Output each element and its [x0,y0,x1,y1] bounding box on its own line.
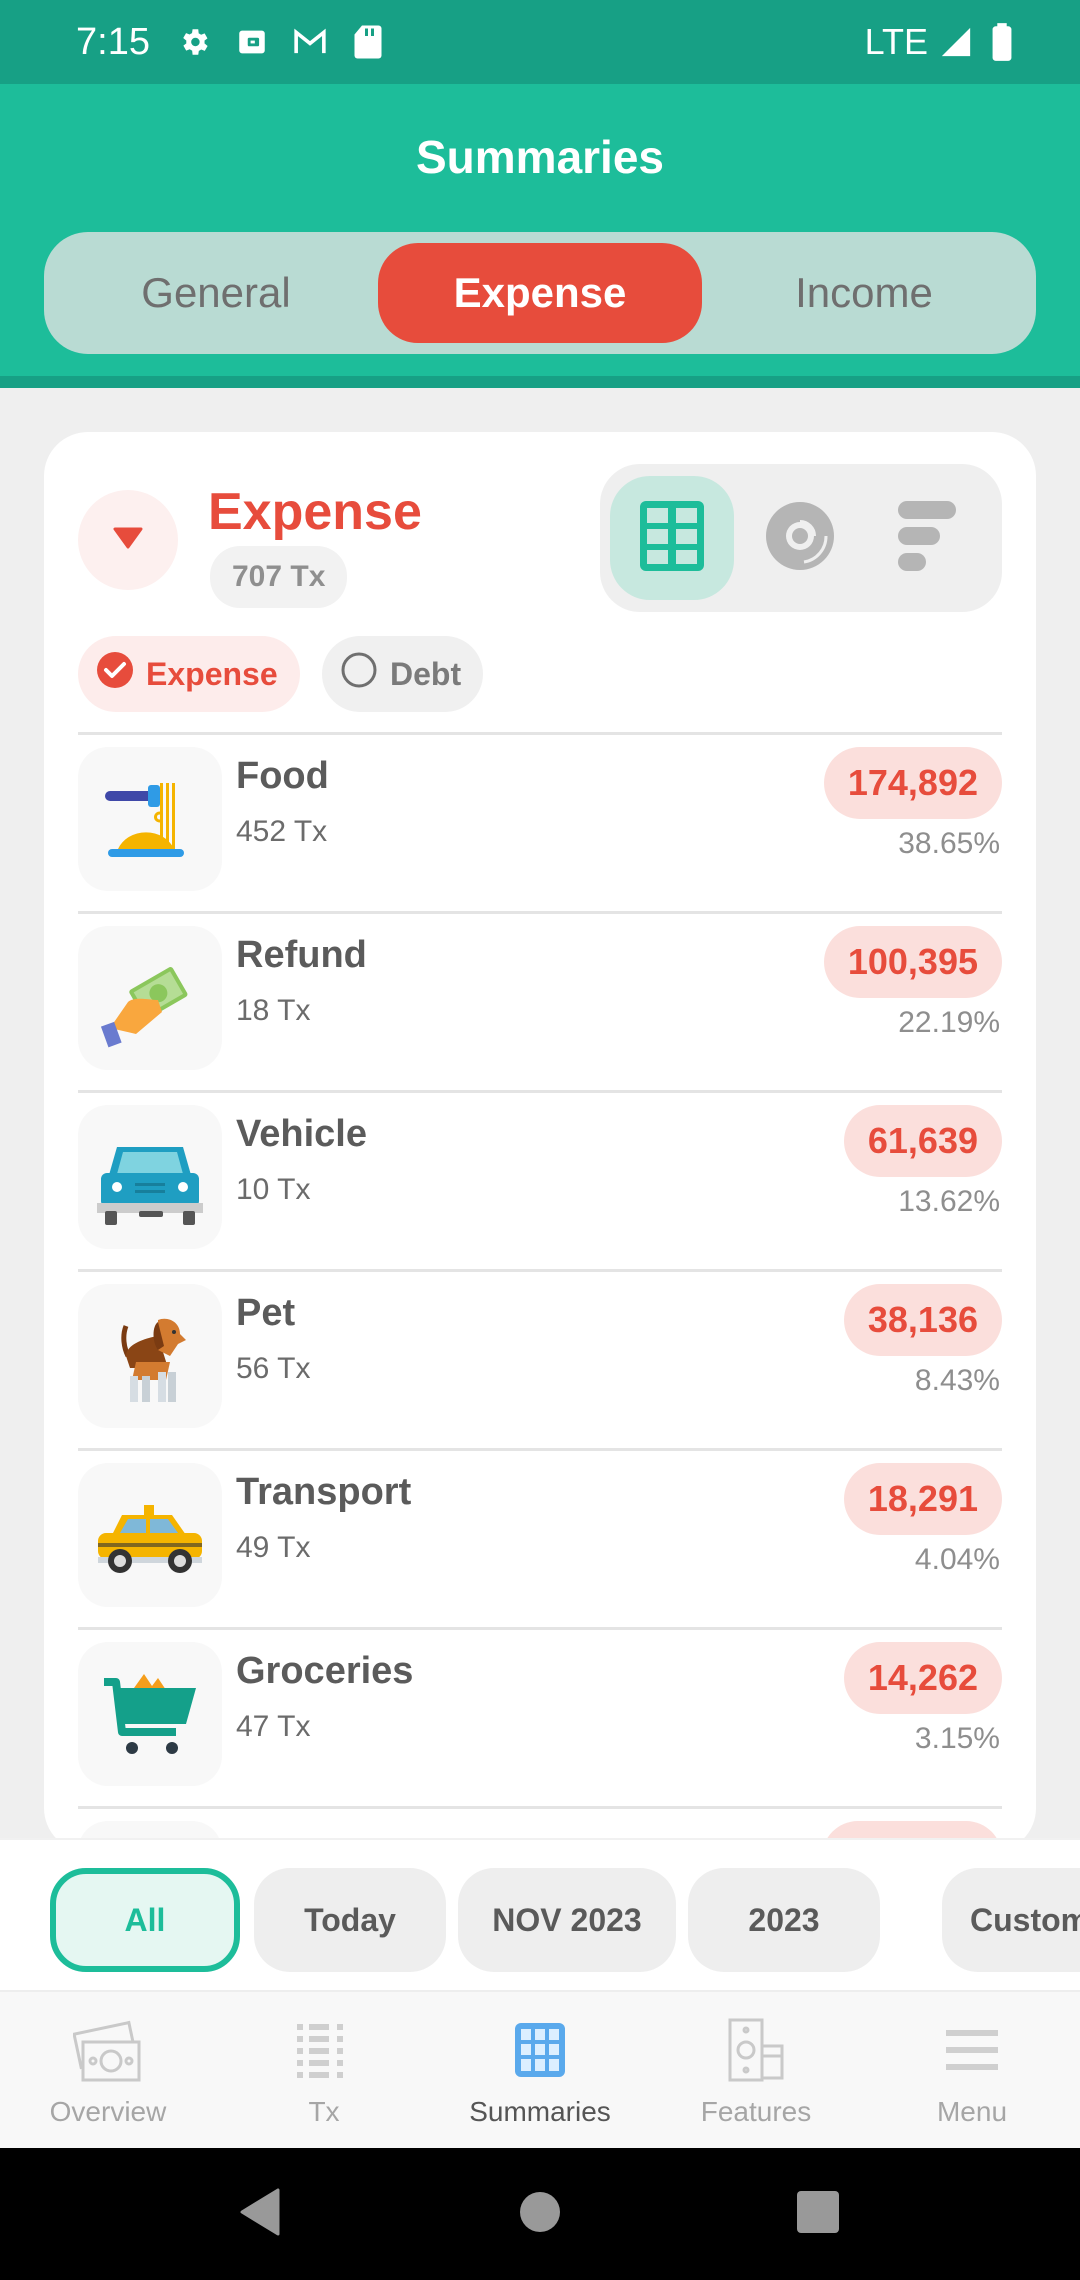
summary-type-tabs: General Expense Income [44,232,1036,354]
category-percent: 22.19% [898,1006,1000,1039]
nav-label: Tx [308,2096,340,2127]
card-title: Expense [208,483,422,541]
menu-icon [937,2018,1007,2082]
category-row-transport[interactable]: Transport 49 Tx 18,291 4.04% [78,1448,1002,1627]
category-name: Refund [236,934,367,976]
nav-menu[interactable]: Menu [864,1992,1080,2148]
sd-card-icon [350,24,386,60]
status-time: 7:15 [76,20,150,63]
triangle-down-icon [113,527,143,554]
donut-chart-icon [764,500,836,577]
system-navigation-bar [0,2148,1080,2280]
view-mode-switch [600,464,1002,612]
bar-list-icon [898,500,958,576]
page-title: Summaries [415,131,664,183]
features-icon [721,2018,791,2082]
category-percent: 4.04% [914,1543,1000,1576]
tab-general[interactable]: General [54,243,378,343]
header-divider [0,376,1080,388]
nav-summaries[interactable]: Summaries [432,1992,648,2148]
category-name: Groceries [236,1650,414,1692]
nav-label: Overview [49,2096,167,2127]
expense-toggle-button[interactable] [78,490,178,590]
category-name: Pet [236,1292,296,1334]
nav-label: Menu [936,2096,1008,2127]
category-row-pet[interactable]: Pet 56 Tx 38,136 8.43% [78,1269,1002,1448]
cash-hand-icon [78,926,222,1070]
food-icon [78,747,222,891]
tab-income[interactable]: Income [702,243,1026,343]
period-custom[interactable]: Custom [942,1868,1080,1972]
battery-icon [984,23,1020,61]
category-tx-count: 47 Tx [236,1710,311,1743]
check-circle-icon [96,651,134,697]
back-icon [238,2188,282,2241]
category-amount: 61,639 [843,1105,1002,1177]
category-row-food[interactable]: Food 452 Tx 174,892 38.65% [78,732,1002,911]
category-percent: 38.65% [898,827,1000,860]
category-tx-count: 56 Tx [236,1352,311,1385]
expense-summary-card: Expense 707 Tx Expense Debt Food 452 Tx … [44,432,1036,1852]
radio-unchecked-icon [340,651,378,697]
dog-icon [78,1284,222,1428]
tab-expense[interactable]: Expense [378,243,702,343]
category-tx-count: 10 Tx [236,1173,311,1206]
category-list: Food 452 Tx 174,892 38.65% Refund 18 Tx … [78,732,1002,1852]
category-amount: 14,262 [843,1642,1002,1714]
nav-overview[interactable]: Overview [0,1992,216,2148]
grid-icon [640,500,704,576]
cart-icon [78,1642,222,1786]
category-row-groceries[interactable]: Groceries 47 Tx 14,262 3.15% [78,1627,1002,1806]
filter-chip-label: Expense [146,655,278,692]
wallet-icon [234,24,270,60]
category-amount: 174,892 [823,747,1002,819]
category-amount: 100,395 [823,926,1002,998]
category-tx-count: 49 Tx [236,1531,311,1564]
chart-view-button[interactable] [738,476,862,600]
gmail-icon [292,24,328,60]
period-all[interactable]: All [50,1868,240,1972]
category-amount: 38,136 [843,1284,1002,1356]
back-button[interactable] [210,2148,310,2280]
period-filter-bar: All Today NOV 2023 2023 Custom [0,1838,1080,1992]
network-type: LTE [864,21,928,62]
category-name: Vehicle [236,1113,367,1155]
period-year[interactable]: 2023 [688,1868,880,1972]
category-name: Transport [236,1471,412,1513]
list-view-button[interactable] [866,476,990,600]
grid-view-button[interactable] [610,476,734,600]
filter-chip-label: Debt [390,655,462,692]
nav-features[interactable]: Features [648,1992,864,2148]
nav-label: Features [700,2096,812,2127]
nav-tx[interactable]: Tx [216,1992,432,2148]
filter-chip-debt[interactable]: Debt [322,636,484,712]
category-percent: 13.62% [898,1185,1000,1218]
gear-icon [176,24,212,60]
nav-label: Summaries [469,2096,611,2127]
category-percent: 3.15% [914,1722,1000,1755]
category-tx-count: 18 Tx [236,994,311,1027]
home-button[interactable] [490,2148,590,2280]
category-row-refund[interactable]: Refund 18 Tx 100,395 22.19% [78,911,1002,1090]
money-icon [73,2018,143,2082]
category-row-vehicle[interactable]: Vehicle 10 Tx 61,639 13.62% [78,1090,1002,1269]
category-amount: 18,291 [843,1463,1002,1535]
recents-button[interactable] [768,2148,868,2280]
grid-icon [505,2018,575,2082]
list-icon [289,2018,359,2082]
taxi-icon [78,1463,222,1607]
category-tx-count: 452 Tx [236,815,328,848]
category-percent: 8.43% [914,1364,1000,1397]
period-month[interactable]: NOV 2023 [458,1868,676,1972]
category-name: Food [236,755,329,797]
total-tx-count: 707 Tx [210,546,348,608]
filter-chip-expense[interactable]: Expense [78,636,300,712]
recents-icon [797,2190,839,2238]
period-today[interactable]: Today [254,1868,446,1972]
signal-icon [938,24,974,60]
home-icon [519,2191,561,2238]
car-icon [78,1105,222,1249]
status-bar: 7:15 LTE [0,0,1080,84]
bottom-navigation: Overview Tx Summaries Features Menu [0,1992,1080,2148]
